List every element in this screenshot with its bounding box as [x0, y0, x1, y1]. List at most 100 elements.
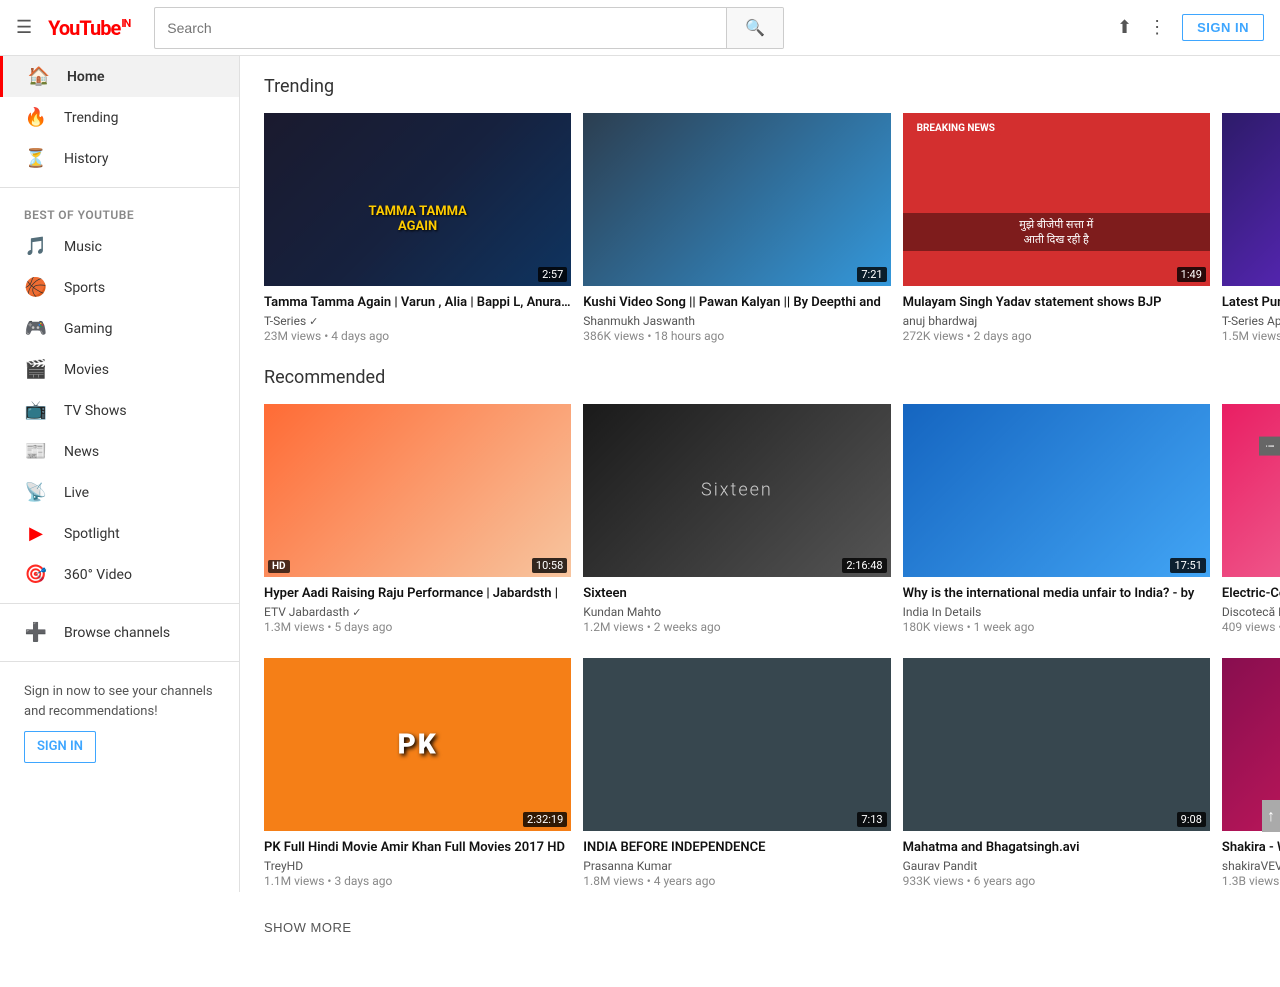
- rec-video-0-0[interactable]: HD 10:58 Hyper Aadi Raising Raju Perform…: [264, 404, 571, 634]
- trending-title: Trending: [264, 76, 1280, 97]
- rec-channel-1-3: shakiraVEVO ✓: [1222, 859, 1280, 873]
- rec-video-1-2[interactable]: 9:08 Mahatma and Bhagatsingh.avi Gaurav …: [903, 658, 1210, 888]
- sidebar-item-home[interactable]: 🏠 Home: [0, 56, 239, 97]
- sidebar-item-gaming[interactable]: 🎮 Gaming: [0, 308, 239, 349]
- rec-thumbnail-0-1: Sixteen: [583, 404, 890, 577]
- sign-in-button[interactable]: SIGN IN: [1182, 14, 1264, 41]
- video-meta-3: 1.5M views • 3 days ago: [1222, 329, 1280, 343]
- feedback-button[interactable]: !: [1259, 437, 1280, 456]
- trending-section: Trending TAMMA TAMMAAGAIN 2:57 Tamma Tam…: [264, 76, 1280, 343]
- trending-video-3[interactable]: JAANTAY BANI 4:40 Latest Punjabi Songs 2…: [1222, 113, 1280, 343]
- sidebar-item-spotlight[interactable]: ▶ Spotlight: [0, 513, 239, 554]
- rec-channel-1-1: Prasanna Kumar: [583, 859, 890, 873]
- rec-title-0-3: Electric-Cord Group feat. Stela Enache -…: [1222, 585, 1280, 603]
- rec-title-1-3: Shakira - Waka Waka (This Time for Afric…: [1222, 839, 1280, 857]
- rec-meta-0-1: 1.2M views • 2 weeks ago: [583, 620, 890, 634]
- rec-meta-1-1: 1.8M views • 4 years ago: [583, 874, 890, 888]
- trending-video-1[interactable]: 7:21 Kushi Video Song || Pawan Kalyan ||…: [583, 113, 890, 343]
- more-options-button[interactable]: ⋮: [1148, 17, 1166, 38]
- thumbnail-0: TAMMA TAMMAAGAIN: [264, 113, 571, 286]
- news-icon: 📰: [24, 441, 48, 462]
- rec-video-0-1[interactable]: Sixteen 2:16:48 Sixteen Kundan Mahto 1.2…: [583, 404, 890, 634]
- sidebar-label-sports: Sports: [64, 280, 105, 296]
- rec-meta-1-3: 1.3B views • 6 years ago: [1222, 874, 1280, 888]
- rec-title-1-0: PK Full Hindi Movie Amir Khan Full Movie…: [264, 839, 571, 857]
- rec-info-1-0: PK Full Hindi Movie Amir Khan Full Movie…: [264, 831, 571, 888]
- rec-duration-0-0: 10:58: [532, 558, 567, 573]
- rec-duration-1-0: 2:32:19: [523, 812, 567, 827]
- tv-shows-icon: 📺: [24, 400, 48, 421]
- video-title-2: Mulayam Singh Yadav statement shows BJP: [903, 294, 1210, 312]
- gaming-icon: 🎮: [24, 318, 48, 339]
- video-channel-3: T-Series Apna Punjab ✓: [1222, 314, 1280, 328]
- sidebar-label-movies: Movies: [64, 362, 109, 378]
- sidebar-label-trending: Trending: [64, 110, 119, 126]
- rec-info-0-0: Hyper Aadi Raising Raju Performance | Ja…: [264, 577, 571, 634]
- video-info-0: Tamma Tamma Again | Varun , Alia | Bappi…: [264, 286, 571, 343]
- movies-icon: 🎬: [24, 359, 48, 380]
- search-input[interactable]: [155, 12, 726, 44]
- sidebar-item-news[interactable]: 📰 News: [0, 431, 239, 472]
- rec-thumbnail-0-3: [1222, 404, 1280, 577]
- upload-button[interactable]: ⬆: [1117, 17, 1132, 38]
- rec-video-1-3[interactable]: vevo 3:31 Shakira - Waka Waka (This Time…: [1222, 658, 1280, 888]
- video-channel-1: Shanmukh Jaswanth: [583, 314, 890, 328]
- sidebar-item-history[interactable]: ⏳ History: [0, 138, 239, 179]
- sign-in-note: Sign in now to see your channels and rec…: [0, 670, 239, 775]
- rec-video-1-1[interactable]: 7:13 INDIA BEFORE INDEPENDENCE Prasanna …: [583, 658, 890, 888]
- sidebar-item-live[interactable]: 📡 Live: [0, 472, 239, 513]
- logo-text: YouTubeIN: [48, 16, 130, 40]
- trending-icon: 🔥: [24, 107, 48, 128]
- layout: 🏠 Home 🔥 Trending ⏳ History BEST OF YOUT…: [0, 56, 1280, 987]
- rec-duration-0-2: 17:51: [1170, 558, 1205, 573]
- sidebar-label-music: Music: [64, 239, 102, 255]
- browse-icon: ➕: [24, 622, 48, 643]
- video-title-1: Kushi Video Song || Pawan Kalyan || By D…: [583, 294, 890, 312]
- rec-channel-0-1: Kundan Mahto: [583, 605, 890, 619]
- scroll-to-top-button[interactable]: ↑: [1262, 800, 1280, 832]
- sidebar-item-tv-shows[interactable]: 📺 TV Shows: [0, 390, 239, 431]
- video-meta-0: 23M views • 4 days ago: [264, 329, 571, 343]
- sidebar-item-sports[interactable]: 🏀 Sports: [0, 267, 239, 308]
- sidebar-item-trending[interactable]: 🔥 Trending: [0, 97, 239, 138]
- show-more-button[interactable]: SHOW MORE: [264, 912, 352, 943]
- video-meta-2: 272K views • 2 days ago: [903, 329, 1210, 343]
- sidebar-label-spotlight: Spotlight: [64, 526, 120, 542]
- hd-badge-0-0: HD: [268, 560, 290, 573]
- rec-meta-0-0: 1.3M views • 5 days ago: [264, 620, 571, 634]
- rec-thumbnail-0-0: [264, 404, 571, 577]
- thumbnail-2: BREAKING NEWS मुझे बीजेपी सत्ता मेंआती द…: [903, 113, 1210, 286]
- logo[interactable]: YouTubeIN: [48, 16, 130, 40]
- recommended-title: Recommended: [264, 367, 1280, 388]
- search-bar: 🔍: [154, 7, 784, 49]
- main-content: Trending TAMMA TAMMAAGAIN 2:57 Tamma Tam…: [240, 56, 1280, 987]
- rec-duration-0-1: 2:16:48: [842, 558, 886, 573]
- sidebar-item-movies[interactable]: 🎬 Movies: [0, 349, 239, 390]
- home-icon: 🏠: [27, 66, 51, 87]
- search-button[interactable]: 🔍: [726, 8, 783, 48]
- verified-icon-0: ✓: [309, 315, 318, 328]
- video-info-1: Kushi Video Song || Pawan Kalyan || By D…: [583, 286, 890, 343]
- menu-icon[interactable]: ☰: [16, 17, 32, 38]
- rec-video-0-2[interactable]: 17:51 Why is the international media unf…: [903, 404, 1210, 634]
- video-meta-1: 386K views • 18 hours ago: [583, 329, 890, 343]
- trending-video-2[interactable]: BREAKING NEWS मुझे बीजेपी सत्ता मेंआती द…: [903, 113, 1210, 343]
- sidebar-sign-in-link[interactable]: SIGN IN: [24, 731, 96, 763]
- sidebar-label-tv-shows: TV Shows: [64, 403, 127, 419]
- sidebar-label-history: History: [64, 151, 109, 167]
- rec-info-0-2: Why is the international media unfair to…: [903, 577, 1210, 634]
- sidebar-item-360video[interactable]: 🎯 360° Video: [0, 554, 239, 595]
- logo-you: You: [48, 16, 79, 40]
- sidebar-label-home: Home: [67, 69, 105, 85]
- sidebar-item-browse[interactable]: ➕ Browse channels: [0, 612, 239, 653]
- thumbnail-3: JAANTAY BANI: [1222, 113, 1280, 286]
- sidebar-item-music[interactable]: 🎵 Music: [0, 226, 239, 267]
- trending-video-0[interactable]: TAMMA TAMMAAGAIN 2:57 Tamma Tamma Again …: [264, 113, 571, 343]
- rec-title-0-1: Sixteen: [583, 585, 890, 603]
- rec-title-1-1: INDIA BEFORE INDEPENDENCE: [583, 839, 890, 857]
- recommended-row-1: PK 2:32:19 PK Full Hindi Movie Amir Khan…: [264, 658, 1280, 888]
- rec-title-0-2: Why is the international media unfair to…: [903, 585, 1210, 603]
- rec-video-1-0[interactable]: PK 2:32:19 PK Full Hindi Movie Amir Khan…: [264, 658, 571, 888]
- rec-channel-0-3: Discotecă RO: [1222, 605, 1280, 619]
- rec-info-0-1: Sixteen Kundan Mahto 1.2M views • 2 week…: [583, 577, 890, 634]
